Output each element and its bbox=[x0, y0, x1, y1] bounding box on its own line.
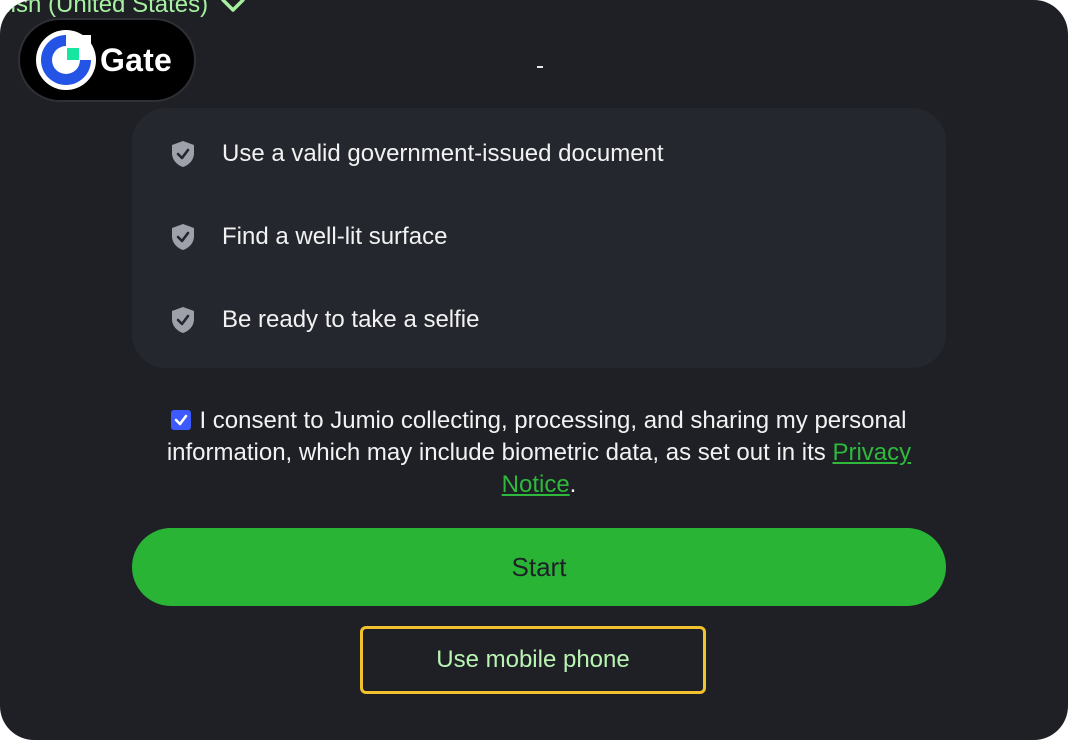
requirement-label: Use a valid government-issued document bbox=[222, 140, 664, 167]
requirement-label: Be ready to take a selfie bbox=[222, 306, 480, 333]
consent-checkbox[interactable] bbox=[171, 410, 192, 430]
requirement-item: Find a well-lit surface bbox=[170, 220, 447, 254]
requirements-card: Use a valid government-issued document F… bbox=[132, 108, 946, 368]
jumio-verification-screen: glish (United States) Gate Use a valid g… bbox=[0, 0, 1068, 740]
gate-logo: Gate bbox=[20, 20, 194, 100]
shield-check-icon bbox=[170, 306, 196, 334]
consent-trailing: . bbox=[569, 471, 577, 498]
consent-text: I consent to Jumio collecting, processin… bbox=[166, 407, 907, 466]
language-selector[interactable]: glish (United States) bbox=[0, 0, 246, 20]
gate-logo-icon bbox=[36, 30, 96, 90]
requirement-item: Use a valid government-issued document bbox=[170, 137, 664, 171]
language-label: glish (United States) bbox=[0, 0, 209, 18]
chevron-down-icon bbox=[220, 0, 246, 18]
gate-logo-text: Gate bbox=[100, 41, 172, 78]
separator-dash bbox=[537, 66, 543, 68]
requirement-label: Find a well-lit surface bbox=[222, 223, 448, 250]
start-button[interactable]: Start bbox=[132, 528, 946, 606]
consent-section: I consent to Jumio collecting, processin… bbox=[132, 405, 946, 501]
use-mobile-phone-button[interactable]: Use mobile phone bbox=[360, 626, 706, 694]
shield-check-icon bbox=[170, 223, 196, 251]
requirement-item: Be ready to take a selfie bbox=[170, 303, 479, 337]
shield-check-icon bbox=[170, 140, 196, 168]
